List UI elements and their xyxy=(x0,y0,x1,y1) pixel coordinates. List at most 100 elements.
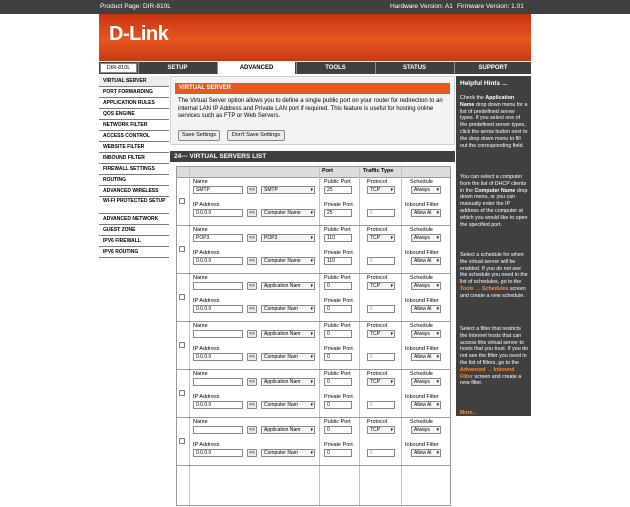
fill-application-button[interactable]: << xyxy=(247,426,257,434)
inbound-filter-select[interactable]: Allow Al xyxy=(411,257,441,265)
name-input[interactable]: POP3 xyxy=(193,234,243,242)
name-input[interactable] xyxy=(193,282,243,290)
private-port-input[interactable]: 25 xyxy=(324,209,352,217)
sidebar-item-advanced-wireless[interactable]: ADVANCED WIRELESS xyxy=(99,186,169,197)
protocol-select[interactable]: TCP xyxy=(367,330,395,338)
sidebar-item-inbound-filter[interactable]: INBOUND FILTER xyxy=(99,153,169,164)
fill-application-button[interactable]: << xyxy=(247,282,257,290)
application-name-select[interactable]: POP3 xyxy=(261,234,315,242)
inbound-filter-select[interactable]: Allow Al xyxy=(411,401,441,409)
fill-application-button[interactable]: << xyxy=(247,378,257,386)
ip-address-input[interactable]: 0.0.0.0 xyxy=(193,305,243,313)
fill-computer-button[interactable]: << xyxy=(247,353,257,361)
sidebar-item-network-filter[interactable]: NETWORK FILTER xyxy=(99,120,169,131)
protocol-select[interactable]: TCP xyxy=(367,378,395,386)
sidebar-item-ipv6-routing[interactable]: IPV6 ROUTING xyxy=(99,247,169,258)
fill-application-button[interactable]: << xyxy=(247,234,257,242)
fill-computer-button[interactable]: << xyxy=(247,401,257,409)
sidebar-item-application-rules[interactable]: APPLICATION RULES xyxy=(99,98,169,109)
application-name-select[interactable]: Application Nam xyxy=(261,282,315,290)
ip-address-input[interactable]: 0.0.0.0 xyxy=(193,209,243,217)
schedule-select[interactable]: Always xyxy=(411,282,441,290)
sidebar-item-virtual-server[interactable]: VIRTUAL SERVER xyxy=(99,76,169,87)
public-port-input[interactable]: 0 xyxy=(324,426,352,434)
public-port-input[interactable]: 0 xyxy=(324,330,352,338)
private-port-input[interactable]: 0 xyxy=(324,353,352,361)
sidebar-item-guest-zone[interactable]: GUEST ZONE xyxy=(99,225,169,236)
enable-checkbox[interactable] xyxy=(179,390,185,396)
public-port-input[interactable]: 25 xyxy=(324,186,352,194)
ip-address-input[interactable]: 0.0.0.0 xyxy=(193,257,243,265)
protocol-number-input[interactable]: 6 xyxy=(367,449,395,457)
application-name-select[interactable]: Application Nam xyxy=(261,426,315,434)
private-port-input[interactable]: 0 xyxy=(324,305,352,313)
fill-computer-button[interactable]: << xyxy=(247,257,257,265)
application-name-select[interactable]: Application Nam xyxy=(261,378,315,386)
public-port-input[interactable]: 0 xyxy=(324,282,352,290)
fill-computer-button[interactable]: << xyxy=(247,209,257,217)
tools-schedules-link[interactable]: Tools → Schedules xyxy=(460,286,508,292)
tab-status[interactable]: STATUS xyxy=(375,62,453,74)
protocol-number-input[interactable]: 6 xyxy=(367,353,395,361)
private-port-input[interactable]: 110 xyxy=(324,257,352,265)
computer-name-select[interactable]: Computer Nam xyxy=(261,353,315,361)
computer-name-select[interactable]: Computer Name xyxy=(261,257,315,265)
protocol-number-input[interactable]: 6 xyxy=(367,305,395,313)
enable-checkbox[interactable] xyxy=(179,198,185,204)
sidebar-item-wps[interactable]: WI-FI PROTECTED SETUP xyxy=(99,197,169,214)
name-input[interactable] xyxy=(193,378,243,386)
ip-address-input[interactable]: 0.0.0.0 xyxy=(193,353,243,361)
tab-advanced[interactable]: ADVANCED xyxy=(217,62,295,74)
computer-name-select[interactable]: Computer Name xyxy=(261,209,315,217)
public-port-input[interactable]: 110 xyxy=(324,234,352,242)
enable-checkbox[interactable] xyxy=(179,294,185,300)
name-input[interactable] xyxy=(193,330,243,338)
schedule-select[interactable]: Always xyxy=(411,186,441,194)
private-port-input[interactable]: 0 xyxy=(324,449,352,457)
protocol-select[interactable]: TCP xyxy=(367,234,395,242)
enable-checkbox[interactable] xyxy=(179,246,185,252)
fill-application-button[interactable]: << xyxy=(247,186,257,194)
schedule-select[interactable]: Always xyxy=(411,234,441,242)
protocol-number-input[interactable]: 6 xyxy=(367,209,395,217)
computer-name-select[interactable]: Computer Nam xyxy=(261,401,315,409)
schedule-select[interactable]: Always xyxy=(411,330,441,338)
tab-setup[interactable]: SETUP xyxy=(138,62,216,74)
application-name-select[interactable]: Application Nam xyxy=(261,330,315,338)
inbound-filter-select[interactable]: Allow Al xyxy=(411,449,441,457)
inbound-filter-select[interactable]: Allow Al xyxy=(411,353,441,361)
protocol-select[interactable]: TCP xyxy=(367,426,395,434)
dont-save-settings-button[interactable]: Don't Save Settings xyxy=(227,130,285,141)
sidebar-item-access-control[interactable]: ACCESS CONTROL xyxy=(99,131,169,142)
save-settings-button[interactable]: Save Settings xyxy=(178,130,220,141)
schedule-select[interactable]: Always xyxy=(411,378,441,386)
enable-checkbox[interactable] xyxy=(179,438,185,444)
sidebar-item-port-forwarding[interactable]: PORT FORWARDING xyxy=(99,87,169,98)
sidebar-item-firewall-settings[interactable]: FIREWALL SETTINGS xyxy=(99,164,169,175)
ip-address-input[interactable]: 0.0.0.0 xyxy=(193,401,243,409)
private-port-input[interactable]: 0 xyxy=(324,401,352,409)
inbound-filter-select[interactable]: Allow Al xyxy=(411,209,441,217)
tab-support[interactable]: SUPPORT xyxy=(454,62,531,74)
sidebar-item-ipv6-firewall[interactable]: IPV6 FIREWALL xyxy=(99,236,169,247)
computer-name-select[interactable]: Computer Nam xyxy=(261,449,315,457)
protocol-number-input[interactable]: 6 xyxy=(367,257,395,265)
application-name-select[interactable]: SMTP xyxy=(261,186,315,194)
ip-address-input[interactable]: 0.0.0.0 xyxy=(193,449,243,457)
sidebar-item-routing[interactable]: ROUTING xyxy=(99,175,169,186)
tab-tools[interactable]: TOOLS xyxy=(296,62,374,74)
public-port-input[interactable]: 0 xyxy=(324,378,352,386)
protocol-number-input[interactable]: 6 xyxy=(367,401,395,409)
protocol-select[interactable]: TCP xyxy=(367,282,395,290)
name-input[interactable]: SMTP xyxy=(193,186,243,194)
fill-application-button[interactable]: << xyxy=(247,330,257,338)
sidebar-item-qos-engine[interactable]: QOS ENGINE xyxy=(99,109,169,120)
enable-checkbox[interactable] xyxy=(179,342,185,348)
schedule-select[interactable]: Always xyxy=(411,426,441,434)
name-input[interactable] xyxy=(193,426,243,434)
inbound-filter-select[interactable]: Allow Al xyxy=(411,305,441,313)
computer-name-select[interactable]: Computer Nam xyxy=(261,305,315,313)
fill-computer-button[interactable]: << xyxy=(247,305,257,313)
sidebar-item-website-filter[interactable]: WEBSITE FILTER xyxy=(99,142,169,153)
sidebar-item-advanced-network[interactable]: ADVANCED NETWORK xyxy=(99,214,169,225)
